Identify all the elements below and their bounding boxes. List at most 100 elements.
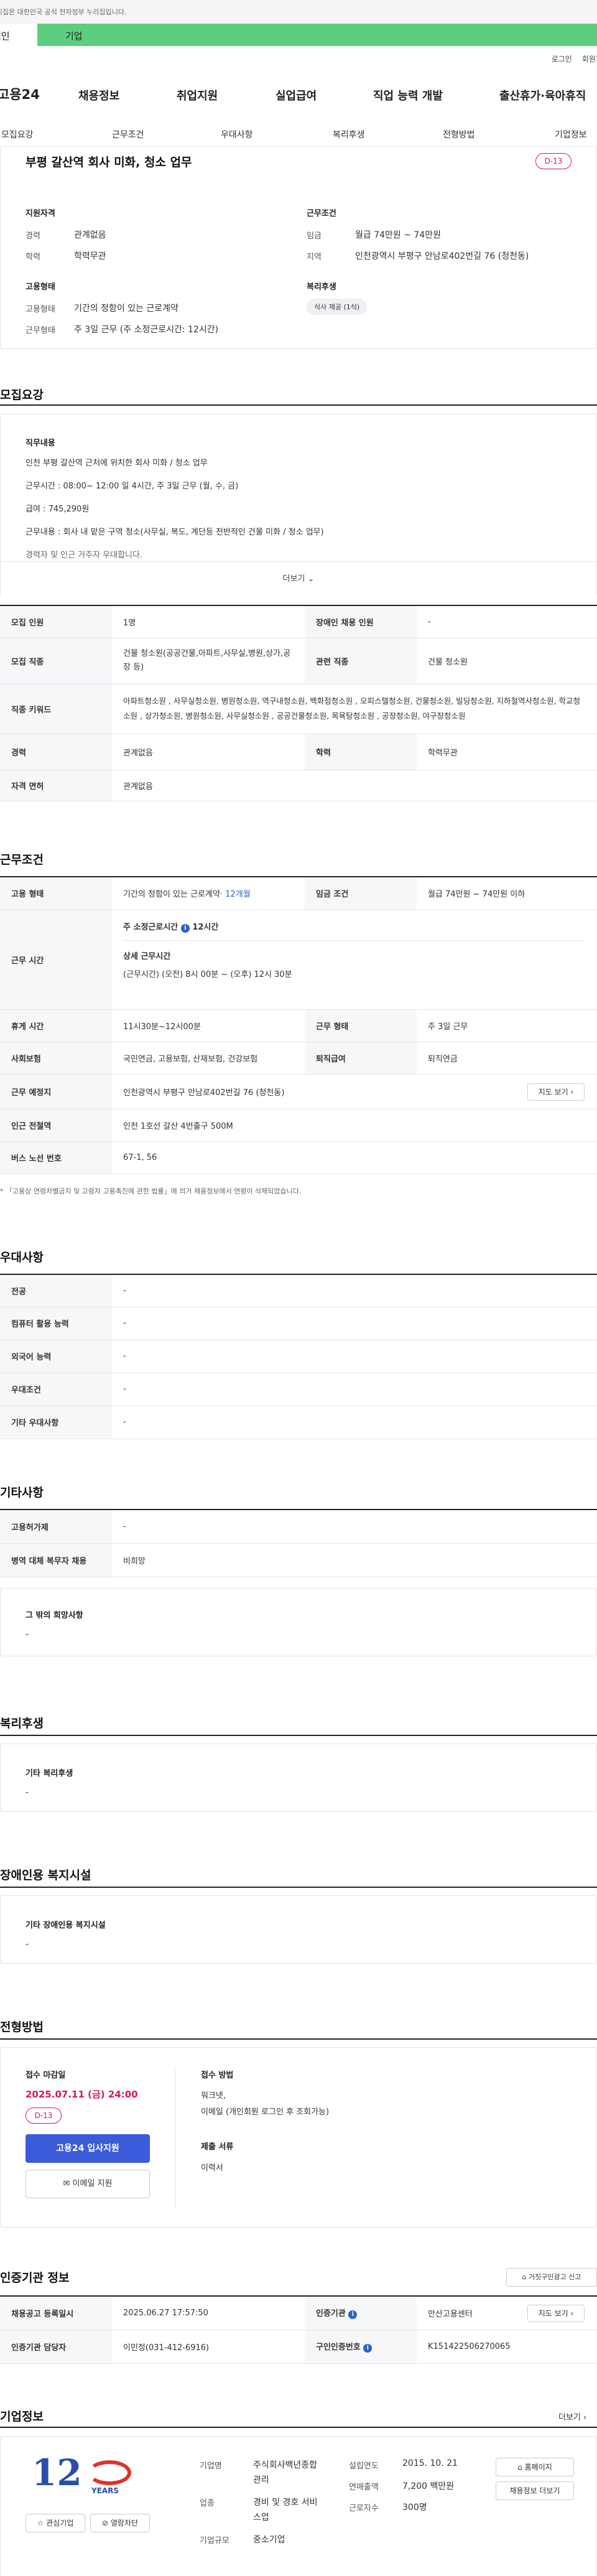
region-value: 인천광역시 부평구 안남로402번길 76 (청천동) — [355, 251, 529, 261]
dday-badge: D-13 — [25, 2107, 62, 2124]
table-row: 자격 면허 관계없음 — [0, 770, 597, 801]
table-row: 모집 인원 1명 장애인 채용 인원 - — [0, 605, 597, 638]
welfare-label: 기타 복리후생 — [25, 1769, 73, 1778]
emp-type-value: 기간의 정함이 있는 근로계약 — [123, 890, 220, 900]
global-nav: 채용정보 취업지원 실업급여 직업 능력 개발 출산휴가·육아휴직 — [0, 87, 597, 106]
company-more-link[interactable]: 더보기 › — [558, 2410, 586, 2422]
founded-label: 설립연도 — [349, 2462, 379, 2471]
sales-label: 연매출액 — [349, 2483, 379, 2492]
table-row: 모집 직종 건물 청소원(공공건물,아파트,사무실,병원,상가,공장 등) 관련 … — [0, 638, 597, 684]
weekly-hours-value: 12시간 — [192, 922, 219, 932]
method-value: 워크넷, — [201, 2091, 226, 2101]
job-title: 부평 갈산역 회사 미화, 청소 업무 — [25, 156, 192, 169]
prefer-table: 전공 - 컴퓨터 활용 능력 - 외국어 능력 - 우대조건 - 기타 우대사항 - — [0, 1274, 597, 1439]
process-rule — [0, 2038, 597, 2040]
nav-item-parental-leave[interactable]: 출산휴가·육아휴직 — [499, 87, 586, 103]
company-name-value: 주식회사백년종합 — [253, 2460, 318, 2470]
welfare-rule — [0, 1735, 597, 1736]
detail-hours-value: (근무시간) (오전) 8시 00분 ~ (오후) 12시 30분 — [123, 969, 292, 979]
chevron-right-icon: › — [570, 1087, 574, 1096]
subnav-welfare[interactable]: 복리후생 — [333, 128, 365, 141]
company-jobs-button[interactable]: 채용정보 더보기 — [496, 2481, 574, 2500]
career-label: 경력 — [25, 231, 40, 241]
info-icon[interactable]: i — [348, 2310, 358, 2320]
tab-individual[interactable]: 개인 — [0, 24, 37, 46]
block-view-button[interactable]: ⊘ 열람차단 — [90, 2514, 150, 2532]
company-title: 기업정보 — [0, 2410, 44, 2424]
duty-line: 인천 부평 갈산역 근처에 위치한 회사 미화 / 청소 업무 — [25, 459, 208, 468]
etc-table: 고용허가제 - 병역 대체 복무자 채용 비희망 — [0, 1509, 597, 1577]
hope-box: 그 밖의 희망사항 - — [0, 1588, 597, 1656]
chevron-right-icon: › — [570, 2309, 574, 2318]
hope-label: 그 밖의 희망사항 — [25, 1611, 83, 1620]
signup-link[interactable]: 회원가입 — [582, 54, 597, 64]
audience-tabs: 개인 기업 — [0, 24, 597, 46]
size-value: 중소기업 — [253, 2535, 285, 2545]
disabled-box: 기타 장애인용 복지시설 - — [0, 1895, 597, 1964]
table-row: 고용허가제 - — [0, 1510, 597, 1544]
table-row: 우대조건 - — [0, 1373, 597, 1406]
founded-value: 2015. 10. 21 — [402, 2458, 458, 2468]
info-icon[interactable]: i — [180, 923, 190, 933]
emp-value: 기간의 정함이 있는 근로계약 — [74, 304, 178, 314]
recruit-rule — [0, 404, 597, 406]
company-logo: 12 YEARS — [25, 2454, 150, 2498]
process-box: 접수 마감일 2025.07.11 (금) 24:00 D-13 고용24 입사… — [0, 2047, 597, 2228]
emp-label: 고용형태 — [25, 305, 55, 314]
industry-value: 경비 및 경호 서비 — [253, 2498, 318, 2508]
subnav-recruit[interactable]: 모집요강 — [1, 128, 34, 141]
nav-item-training[interactable]: 직업 능력 개발 — [373, 87, 443, 103]
subnav-company[interactable]: 기업정보 — [555, 128, 587, 141]
home-icon: ⌂ — [517, 2463, 522, 2471]
subnav-conditions[interactable]: 근무조건 — [112, 128, 144, 141]
age-note: * 「고용상 연령차별금지 및 고령자 고용촉진에 관한 법률」에 의거 채용정… — [0, 1187, 302, 1195]
page-root: { "top":{"gov_banner":"이 누리집은 대한민국 공식 전자… — [0, 0, 597, 2576]
table-row: 고용 형태 기간의 정함이 있는 근로계약· 12개월 임금 조건 월급 74만원… — [0, 877, 597, 910]
size-label: 기업규모 — [200, 2536, 229, 2546]
subnav-prefer[interactable]: 우대사항 — [221, 128, 253, 141]
favorite-company-button[interactable]: ☆ 관심기업 — [25, 2514, 85, 2532]
tab-business[interactable]: 기업 — [37, 24, 597, 46]
wage-label: 임금 — [307, 231, 322, 241]
nav-item-jobs[interactable]: 채용정보 — [78, 87, 119, 103]
info-icon[interactable]: i — [363, 2344, 373, 2353]
prefer-title: 우대사항 — [0, 1251, 44, 1264]
subnav-process[interactable]: 전형방법 — [443, 128, 475, 141]
nav-item-benefits[interactable]: 실업급여 — [275, 87, 317, 103]
cert-title: 인증기관 정보 — [0, 2271, 70, 2285]
company-logo-mark: 12 — [32, 2452, 82, 2494]
mail-icon: ✉ — [63, 2179, 70, 2188]
homepage-button[interactable]: ⌂ 홈페이지 — [496, 2458, 574, 2476]
login-link[interactable]: 로그인 — [552, 54, 572, 64]
duty-line: 근무시간 : 08:00~ 12:00 일 4시간, 주 3일 근무 (월, 수… — [25, 482, 239, 491]
star-icon: ☆ — [37, 2519, 44, 2527]
edu-label: 학력 — [25, 253, 40, 262]
company-rule — [0, 2427, 597, 2428]
edu-value: 학력무관 — [74, 251, 106, 261]
table-row: 인증기관 담당자 이민정(031-412-6916) 구인인증번호 i K1514… — [0, 2330, 597, 2364]
map-view-button[interactable]: 지도 보기 › — [527, 1083, 585, 1101]
false-ad-report-button[interactable]: ⌂ 거짓구인광고 신고 — [506, 2268, 597, 2287]
table-row: 전공 - — [0, 1274, 597, 1307]
gov-banner-text: 이 누리집은 대한민국 공식 전자정부 누리집입니다. — [0, 8, 127, 16]
table-row: 버스 노선 번호 67-1, 56 — [0, 1141, 597, 1174]
map-view-button[interactable]: 지도 보기 › — [527, 2305, 585, 2322]
recruit-desc-box: 직무내용 인천 부평 갈산역 근처에 위치한 회사 미화 / 청소 업무 근무시… — [0, 414, 597, 595]
detail-hours-label: 상세 근무시간 — [123, 940, 586, 961]
section-subnav: 모집요강 근무조건 우대사항 복리후생 전형방법 기업정보 — [0, 124, 597, 147]
email-apply-button[interactable]: ✉ 이메일 지원 — [25, 2170, 150, 2198]
process-title: 전형방법 — [0, 2020, 44, 2034]
table-row: 병역 대체 복무자 채용 비희망 — [0, 1543, 597, 1577]
deadline-value: 2025.07.11 (금) 24:00 — [25, 2089, 138, 2100]
utility-links: 로그인 회원가입 — [552, 54, 597, 64]
method-label: 접수 방법 — [201, 2071, 234, 2080]
home-icon: ⌂ — [522, 2273, 527, 2281]
more-toggle[interactable]: 더보기 ⌄ — [1, 561, 596, 595]
nav-item-support[interactable]: 취업지원 — [177, 87, 218, 103]
apply-button[interactable]: 고용24 입사지원 — [25, 2134, 150, 2163]
disabled-label: 기타 장애인용 복지시설 — [25, 1921, 106, 1930]
work-place-value: 인천광역시 부평구 안남로402번길 76 (청천동) — [123, 1088, 285, 1098]
table-row: 컴퓨터 활용 능력 - — [0, 1307, 597, 1340]
worktype-label: 근무형태 — [25, 326, 55, 335]
table-row: 근무 예정지 인천광역시 부평구 안남로402번길 76 (청천동) 지도 보기… — [0, 1074, 597, 1109]
